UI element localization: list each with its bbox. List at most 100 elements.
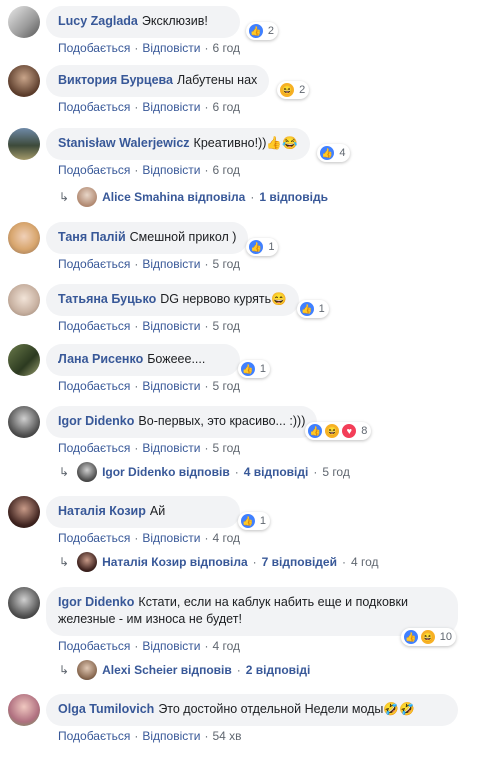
comment-text: Лабутены нах (177, 73, 258, 87)
comment-time[interactable]: 5 год (212, 441, 240, 455)
reaction-count: 1 (259, 362, 266, 375)
comment-bubble: Наталія Козир Ай 👍 1 (46, 496, 270, 530)
comment-time[interactable]: 6 год (212, 100, 240, 114)
comment-author[interactable]: Igor Didenko (58, 414, 134, 428)
replies-summary[interactable]: ↳ Alexi Scheier відповів · 2 відповіді (59, 660, 310, 680)
reaction-count: 1 (318, 302, 325, 315)
reaction-summary[interactable]: 👍 😆 ♥ 8 (305, 422, 372, 440)
reply-arrow-icon: ↳ (59, 555, 70, 569)
reply-link[interactable]: Відповісти (142, 100, 200, 114)
reply-author[interactable]: Наталія Козир відповіла (102, 555, 248, 569)
reply-link[interactable]: Відповісти (142, 531, 200, 545)
comment-time[interactable]: 4 год (212, 531, 240, 545)
reaction-summary[interactable]: 👍 1 (246, 238, 279, 256)
comment-bubble: Igor Didenko Кстати, если на каблук набит… (46, 587, 458, 646)
avatar[interactable] (8, 496, 40, 528)
comment-bubble: Lucy Zaglada Эксклюзив! 👍 2 (46, 6, 278, 40)
replies-summary[interactable]: ↳ Igor Didenko відповів · 4 відповіді · 5 го… (59, 462, 350, 482)
like-link[interactable]: Подобається (58, 639, 130, 653)
like-link[interactable]: Подобається (58, 41, 130, 55)
comment-author[interactable]: Лана Рисенко (58, 352, 143, 366)
like-link[interactable]: Подобається (58, 379, 130, 393)
reaction-summary[interactable]: 👍 😆 10 (400, 628, 456, 646)
replies-summary[interactable]: ↳ Alice Smahina відповіла · 1 відповідь (59, 187, 328, 207)
reaction-summary[interactable]: 👍 2 (245, 22, 278, 40)
like-link[interactable]: Подобається (58, 531, 130, 545)
reply-arrow-icon: ↳ (59, 190, 70, 204)
reaction-count: 8 (361, 424, 368, 437)
reply-author[interactable]: Alice Smahina відповіла (102, 190, 245, 204)
comment-text: Кстати, если на каблук набить еще и подк… (138, 595, 408, 609)
like-link[interactable]: Подобається (58, 257, 130, 271)
emoji: 🤣🤣 (383, 702, 415, 716)
comment-author[interactable]: Lucy Zaglada (58, 14, 138, 28)
reply-link[interactable]: Відповісти (142, 639, 200, 653)
reaction-count: 1 (268, 240, 275, 253)
reply-author[interactable]: Igor Didenko відповів (102, 465, 230, 479)
avatar[interactable] (8, 694, 40, 726)
reply-link[interactable]: Відповісти (142, 729, 200, 743)
like-link[interactable]: Подобається (58, 163, 130, 177)
avatar (77, 462, 98, 482)
reaction-summary[interactable]: 👍 1 (237, 360, 270, 378)
reaction-summary[interactable]: 😆 2 (277, 81, 310, 99)
comment-author[interactable]: Виктория Бурцева (58, 73, 173, 87)
comment-time[interactable]: 6 год (212, 41, 240, 55)
reply-count[interactable]: 1 відповідь (259, 190, 328, 204)
reply-link[interactable]: Відповісти (142, 41, 200, 55)
like-link[interactable]: Подобається (58, 729, 130, 743)
avatar[interactable] (8, 406, 40, 438)
avatar[interactable] (8, 128, 40, 160)
avatar[interactable] (8, 284, 40, 316)
like-reaction-icon: 👍 (402, 629, 419, 645)
reply-count[interactable]: 7 відповідей (262, 555, 337, 569)
comment: Igor Didenko Во-первых, это красиво... :)… (8, 406, 372, 455)
comment: Виктория Бурцева Лабутены нах 😆 2 Подобає… (8, 65, 310, 114)
comment-author[interactable]: Stanisław Walerjewicz (58, 136, 190, 150)
reaction-summary[interactable]: 👍 1 (237, 512, 270, 530)
comment-time[interactable]: 54 хв (212, 729, 241, 743)
comment-text: Божеее.... (147, 352, 206, 366)
reply-link[interactable]: Відповісти (142, 441, 200, 455)
love-reaction-icon: ♥ (341, 423, 358, 439)
avatar[interactable] (8, 222, 40, 254)
avatar[interactable] (8, 344, 40, 376)
reply-author[interactable]: Alexi Scheier відповів (102, 663, 232, 677)
comment-author[interactable]: Таня Палій (58, 230, 126, 244)
comment-author[interactable]: Igor Didenko (58, 595, 134, 609)
like-reaction-icon: 👍 (248, 239, 265, 255)
like-reaction-icon: 👍 (307, 423, 324, 439)
comment-time[interactable]: 5 год (212, 257, 240, 271)
reaction-summary[interactable]: 👍 1 (296, 300, 329, 318)
comment-text: Ай (149, 504, 166, 518)
avatar[interactable] (8, 587, 40, 619)
reply-link[interactable]: Відповісти (142, 379, 200, 393)
like-link[interactable]: Подобається (58, 319, 130, 333)
comment-time[interactable]: 5 год (212, 379, 240, 393)
reply-link[interactable]: Відповісти (142, 319, 200, 333)
comment-actions: Подобається · Відповісти · 5 год (58, 257, 240, 271)
comment-time[interactable]: 5 год (212, 319, 240, 333)
avatar (77, 552, 98, 572)
like-link[interactable]: Подобається (58, 100, 130, 114)
avatar[interactable] (8, 65, 40, 97)
reply-count[interactable]: 2 відповіді (246, 663, 311, 677)
reply-count[interactable]: 4 відповіді (244, 465, 309, 479)
haha-reaction-icon: 😆 (419, 629, 436, 645)
comment-author[interactable]: Татьяна Буцько (58, 292, 156, 306)
reply-time[interactable]: 4 год (351, 555, 379, 569)
avatar[interactable] (8, 6, 40, 38)
reaction-count: 4 (339, 146, 346, 159)
comment-author[interactable]: Olga Tumilovich (58, 702, 154, 716)
like-link[interactable]: Подобається (58, 441, 130, 455)
comment: Olga Tumilovich Это достойно отдельной Не… (8, 694, 458, 743)
comment-actions: Подобається · Відповісти · 5 год (58, 379, 240, 393)
replies-summary[interactable]: ↳ Наталія Козир відповіла · 7 відповідей · 4… (59, 552, 379, 572)
comment-time[interactable]: 4 год (212, 639, 240, 653)
comment-author[interactable]: Наталія Козир (58, 504, 146, 518)
reply-link[interactable]: Відповісти (142, 163, 200, 177)
reaction-summary[interactable]: 👍 4 (317, 144, 350, 162)
reply-time[interactable]: 5 год (322, 465, 350, 479)
comment-time[interactable]: 6 год (212, 163, 240, 177)
reply-link[interactable]: Відповісти (142, 257, 200, 271)
